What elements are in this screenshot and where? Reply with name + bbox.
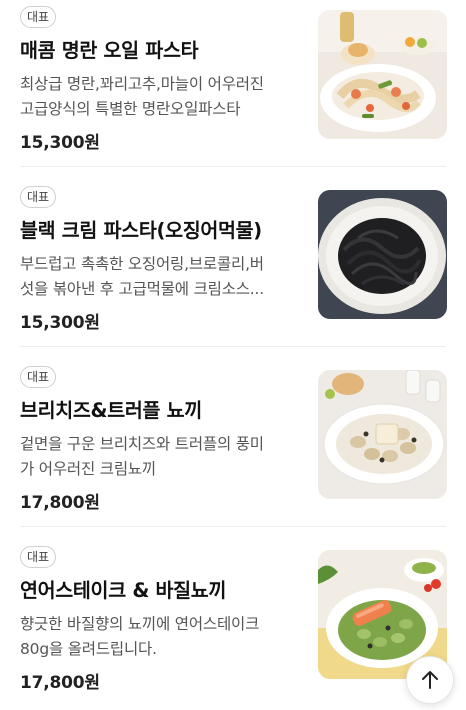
menu-item-title: 브리치즈&트러플 뇨끼 bbox=[20, 399, 202, 422]
item-divider bbox=[20, 526, 446, 527]
item-divider bbox=[20, 166, 446, 167]
menu-item-description: 최상급 명란,꽈리고추,마늘이 어우러진 고급양식의 특별한 명란오일파스타 bbox=[20, 72, 304, 122]
menu-item-info: 대표 블랙 크림 파스타(오징어먹물) 부드럽고 촉촉한 오징어링,브로콜리,버… bbox=[20, 186, 304, 333]
description-line: 부드럽고 촉촉한 오징어링,브로콜리,버 bbox=[20, 255, 264, 273]
description-line: 최상급 명란,꽈리고추,마늘이 어우러진 bbox=[20, 75, 264, 93]
menu-item-description: 부드럽고 촉촉한 오징어링,브로콜리,버 섯을 볶아낸 후 고급먹물에 크림소스… bbox=[20, 252, 304, 302]
description-line: 겉면을 구운 브리치즈와 트러플의 풍미 bbox=[20, 435, 264, 453]
menu-item-price: 15,300원 bbox=[20, 313, 100, 333]
menu-item[interactable]: 대표 연어스테이크 & 바질뇨끼 향긋한 바질향의 뇨끼에 연어스테이크 80g… bbox=[0, 546, 466, 710]
menu-item-description: 겉면을 구운 브리치즈와 트러플의 풍미 가 어우러진 크림뇨끼 bbox=[20, 432, 304, 482]
description-line: 80g을 올려드립니다. bbox=[20, 640, 157, 658]
menu-list: 대표 매콤 명란 오일 파스타 최상급 명란,꽈리고추,마늘이 어우러진 고급양… bbox=[0, 0, 466, 710]
signature-badge: 대표 bbox=[20, 6, 57, 28]
scroll-to-top-button[interactable] bbox=[406, 656, 454, 704]
menu-item-price: 17,800원 bbox=[20, 493, 100, 513]
menu-item-info: 대표 매콤 명란 오일 파스타 최상급 명란,꽈리고추,마늘이 어우러진 고급양… bbox=[20, 6, 304, 153]
menu-item[interactable]: 대표 브리치즈&트러플 뇨끼 겉면을 구운 브리치즈와 트러플의 풍미 가 어우… bbox=[0, 366, 466, 546]
menu-item[interactable]: 대표 블랙 크림 파스타(오징어먹물) 부드럽고 촉촉한 오징어링,브로콜리,버… bbox=[0, 186, 466, 366]
menu-item-title: 블랙 크림 파스타(오징어먹물) bbox=[20, 219, 262, 242]
signature-badge: 대표 bbox=[20, 546, 57, 568]
menu-item-info: 대표 브리치즈&트러플 뇨끼 겉면을 구운 브리치즈와 트러플의 풍미 가 어우… bbox=[20, 366, 304, 513]
description-line: 가 어우러진 크림뇨끼 bbox=[20, 460, 156, 478]
description-line: 향긋한 바질향의 뇨끼에 연어스테이크 bbox=[20, 615, 260, 633]
menu-item[interactable]: 대표 매콤 명란 오일 파스타 최상급 명란,꽈리고추,마늘이 어우러진 고급양… bbox=[0, 6, 466, 186]
arrow-up-icon bbox=[422, 671, 438, 689]
menu-item-price: 17,800원 bbox=[20, 673, 100, 693]
signature-badge: 대표 bbox=[20, 186, 57, 208]
brie-truffle-gnocchi-photo[interactable] bbox=[318, 370, 447, 499]
menu-item-info: 대표 연어스테이크 & 바질뇨끼 향긋한 바질향의 뇨끼에 연어스테이크 80g… bbox=[20, 546, 304, 693]
item-divider bbox=[20, 346, 446, 347]
spicy-pollock-roe-oil-pasta-photo[interactable] bbox=[318, 10, 447, 139]
menu-item-description: 향긋한 바질향의 뇨끼에 연어스테이크 80g을 올려드립니다. bbox=[20, 612, 304, 662]
menu-item-title: 매콤 명란 오일 파스타 bbox=[20, 39, 199, 62]
menu-item-price: 15,300원 bbox=[20, 133, 100, 153]
squid-ink-cream-pasta-photo[interactable] bbox=[318, 190, 447, 319]
signature-badge: 대표 bbox=[20, 366, 57, 388]
description-line: 고급양식의 특별한 명란오일파스타 bbox=[20, 100, 241, 118]
description-line: 섯을 볶아낸 후 고급먹물에 크림소스... bbox=[20, 280, 264, 298]
menu-item-title: 연어스테이크 & 바질뇨끼 bbox=[20, 579, 227, 602]
